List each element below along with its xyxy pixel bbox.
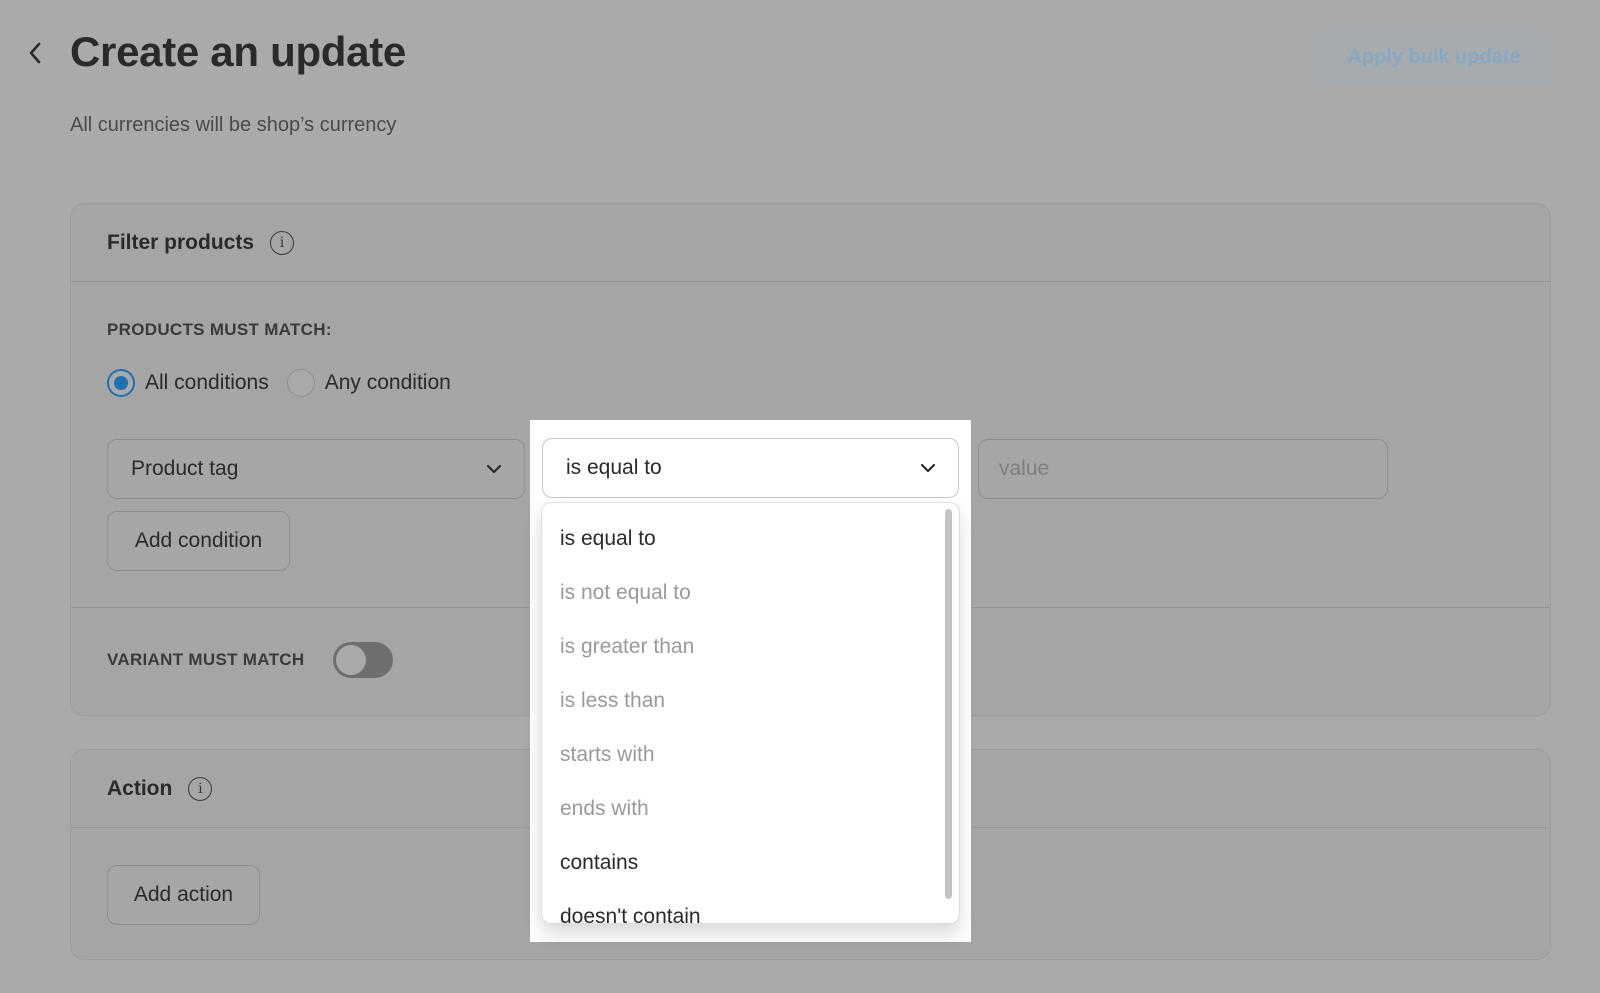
filter-products-title: Filter products	[107, 230, 255, 254]
action-title: Action	[107, 776, 173, 800]
variant-must-match-toggle[interactable]	[333, 642, 393, 678]
condition-value-input[interactable]	[978, 439, 1388, 499]
filter-products-header: Filter products i	[71, 204, 1550, 282]
radio-unchecked-icon	[286, 369, 315, 397]
apply-bulk-update-button[interactable]: Apply bulk update	[1317, 29, 1551, 85]
option-is-equal-to[interactable]: is equal to	[542, 512, 959, 566]
page-title: Create an update	[70, 28, 406, 75]
chevron-down-icon	[486, 464, 502, 474]
condition-field-value: Product tag	[131, 457, 239, 480]
operator-dropdown-menu: is equal to is not equal to is greater t…	[541, 502, 960, 924]
back-button[interactable]	[24, 40, 46, 66]
option-contains[interactable]: contains	[542, 836, 959, 890]
variant-must-match-label: VARIANT MUST MATCH	[107, 650, 305, 669]
match-radio-group: All conditions Any condition	[107, 369, 469, 397]
radio-all-conditions[interactable]: All conditions	[107, 369, 269, 397]
info-icon[interactable]: i	[270, 230, 295, 255]
toggle-knob	[336, 645, 366, 675]
chevron-down-icon	[920, 463, 936, 473]
add-action-button[interactable]: Add action	[107, 865, 260, 925]
option-is-greater-than[interactable]: is greater than	[542, 620, 959, 674]
condition-operator-select[interactable]: is equal to	[542, 438, 959, 498]
option-starts-with[interactable]: starts with	[542, 728, 959, 782]
radio-any-condition[interactable]: Any condition	[286, 369, 451, 397]
page-subtitle: All currencies will be shop’s currency	[70, 114, 397, 136]
products-must-match-label: PRODUCTS MUST MATCH:	[107, 320, 332, 339]
info-icon[interactable]: i	[188, 776, 213, 801]
radio-label: Any condition	[324, 371, 451, 394]
option-doesnt-contain[interactable]: doesn't contain	[542, 890, 959, 923]
condition-field-select[interactable]: Product tag	[107, 439, 525, 499]
chevron-left-icon	[29, 42, 41, 64]
dropdown-scrollbar[interactable]	[945, 509, 952, 899]
condition-operator-value: is equal to	[566, 456, 662, 479]
operator-options-list: is equal to is not equal to is greater t…	[542, 503, 959, 923]
radio-checked-icon	[107, 369, 135, 397]
option-is-not-equal-to[interactable]: is not equal to	[542, 566, 959, 620]
radio-label: All conditions	[145, 371, 269, 394]
add-condition-button[interactable]: Add condition	[107, 511, 290, 571]
option-ends-with[interactable]: ends with	[542, 782, 959, 836]
option-is-less-than[interactable]: is less than	[542, 674, 959, 728]
